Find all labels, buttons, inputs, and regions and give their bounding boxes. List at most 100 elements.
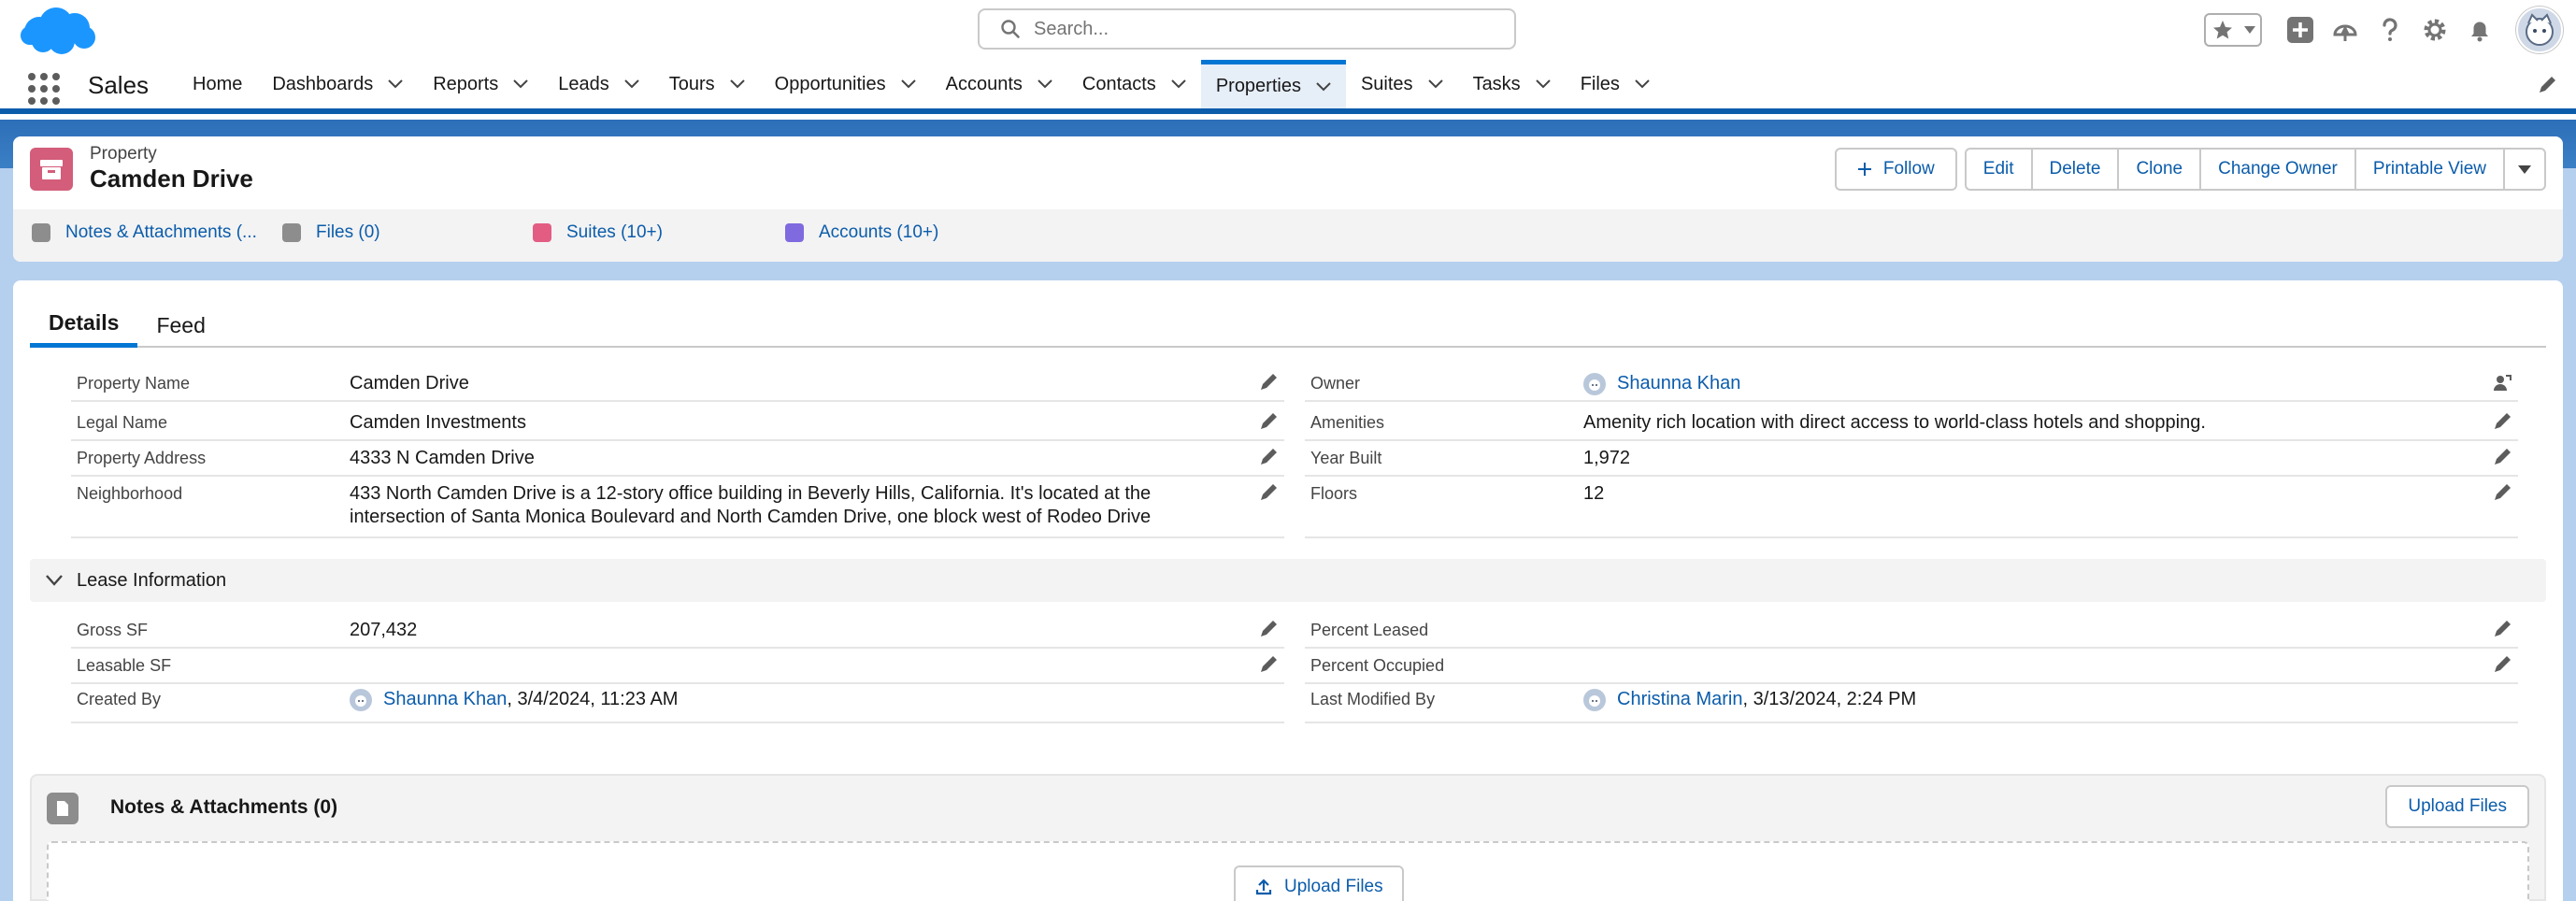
- nav-item-leads[interactable]: Leads: [543, 60, 654, 108]
- nav-item-reports[interactable]: Reports: [418, 60, 543, 108]
- edit-nav-pencil-icon[interactable]: [2537, 75, 2557, 95]
- change-owner-button[interactable]: Change Owner: [2199, 148, 2354, 191]
- field-value: 1,972: [1583, 448, 1631, 468]
- created-by-user-link[interactable]: Shaunna Khan: [383, 688, 507, 711]
- tab-details[interactable]: Details: [30, 303, 138, 348]
- chevron-down-icon[interactable]: [45, 574, 64, 587]
- chevron-down-icon[interactable]: [513, 79, 528, 89]
- pencil-icon[interactable]: [2492, 447, 2512, 467]
- quick-link-suites[interactable]: Suites (10+): [533, 222, 663, 243]
- chevron-down-icon[interactable]: [1038, 79, 1052, 89]
- nav-item-opportunities[interactable]: Opportunities: [760, 60, 931, 108]
- trailhead-icon[interactable]: [2331, 16, 2359, 44]
- nav-item-files[interactable]: Files: [1566, 60, 1665, 108]
- global-search-input[interactable]: Search...: [978, 8, 1516, 50]
- nav-item-tours[interactable]: Tours: [654, 60, 760, 108]
- tab-feed[interactable]: Feed: [137, 303, 223, 348]
- nav-item-properties[interactable]: Properties: [1200, 60, 1346, 108]
- chevron-down-icon[interactable]: [624, 79, 639, 89]
- pencil-icon[interactable]: [2492, 482, 2512, 503]
- nav-item-label: Suites: [1360, 73, 1413, 94]
- more-actions-button[interactable]: [2503, 148, 2546, 191]
- quick-link-accounts[interactable]: Accounts (10+): [785, 222, 938, 243]
- edit-button[interactable]: Edit: [1964, 148, 2031, 191]
- chevron-down-icon[interactable]: [388, 79, 403, 89]
- field-label: Gross SF: [77, 621, 149, 639]
- created-date: , 3/4/2024, 11:23 AM: [507, 689, 679, 709]
- favorites-button[interactable]: [2204, 13, 2262, 47]
- nav-item-label: Tours: [668, 73, 715, 94]
- last-modified-date: , 3/13/2024, 2:24 PM: [1742, 689, 1917, 709]
- pencil-icon[interactable]: [2492, 411, 2512, 432]
- delete-button[interactable]: Delete: [2030, 148, 2118, 191]
- suites-icon: [533, 223, 551, 242]
- notes-attachments-related-list: Notes & Attachments (0) Upload Files Upl…: [30, 774, 2546, 901]
- record-type-label: Property: [90, 144, 157, 164]
- pencil-icon[interactable]: [1258, 654, 1279, 675]
- nav-item-suites[interactable]: Suites: [1346, 60, 1458, 108]
- chevron-down-icon[interactable]: [2243, 26, 2255, 34]
- chevron-down-icon[interactable]: [1427, 79, 1443, 89]
- help-icon[interactable]: [2376, 16, 2404, 44]
- nav-item-label: Accounts: [945, 73, 1023, 94]
- field-amenities: Amenities Amenity rich location with dir…: [1305, 406, 2518, 441]
- nav-tabs: Home Dashboards Reports Leads Tours Oppo…: [178, 60, 1665, 108]
- nav-item-tasks[interactable]: Tasks: [1458, 60, 1566, 108]
- owner-link[interactable]: Shaunna Khan: [1617, 372, 1740, 395]
- global-actions-plus-icon[interactable]: [2286, 16, 2314, 44]
- follow-button[interactable]: Follow: [1834, 148, 1957, 191]
- dropzone-upload-files-button[interactable]: Upload Files: [1234, 865, 1404, 901]
- field-neighborhood: Neighborhood 433 North Camden Drive is a…: [71, 477, 1284, 538]
- nav-item-label: Dashboards: [272, 73, 374, 94]
- quick-link-label: Files (0): [316, 222, 380, 242]
- app-name: Sales: [88, 71, 150, 99]
- lease-information-section-header[interactable]: Lease Information: [30, 559, 2546, 602]
- field-value: Shaunna Khan: [1583, 372, 1740, 395]
- pencil-icon[interactable]: [1258, 447, 1279, 467]
- quick-link-files[interactable]: Files (0): [282, 222, 380, 243]
- pencil-icon[interactable]: [1258, 372, 1279, 393]
- field-year-built: Year Built 1,972: [1305, 441, 2518, 477]
- nav-item-home[interactable]: Home: [178, 60, 257, 108]
- field-gross-sf: Gross SF 207,432: [71, 613, 1284, 649]
- chevron-down-icon: [2518, 164, 2531, 174]
- chevron-down-icon[interactable]: [1635, 79, 1650, 89]
- nav-item-dashboards[interactable]: Dashboards: [257, 60, 418, 108]
- chevron-down-icon[interactable]: [1535, 79, 1551, 89]
- chevron-down-icon[interactable]: [1171, 79, 1186, 89]
- change-owner-icon[interactable]: [2492, 372, 2512, 393]
- related-list-title[interactable]: Notes & Attachments (0): [110, 796, 337, 819]
- pencil-icon[interactable]: [2492, 619, 2512, 639]
- salesforce-cloud-logo[interactable]: [15, 4, 99, 58]
- last-modified-by-user-link[interactable]: Christina Marin: [1617, 688, 1742, 711]
- record-detail-card: Details Feed Property Name Camden Drive …: [13, 280, 2563, 901]
- nav-item-accounts[interactable]: Accounts: [931, 60, 1067, 108]
- nav-item-contacts[interactable]: Contacts: [1067, 60, 1201, 108]
- pencil-icon[interactable]: [1258, 482, 1279, 503]
- field-value: 207,432: [350, 620, 418, 640]
- file-dropzone[interactable]: Upload Files: [47, 841, 2529, 901]
- favorites-star-icon[interactable]: [2211, 19, 2234, 41]
- upload-files-button[interactable]: Upload Files: [2385, 785, 2529, 828]
- pencil-icon[interactable]: [2492, 654, 2512, 675]
- field-leasable-sf: Leasable SF: [71, 649, 1284, 684]
- notifications-bell-icon[interactable]: [2466, 16, 2494, 44]
- setup-gear-icon[interactable]: [2421, 16, 2449, 44]
- chevron-down-icon[interactable]: [729, 79, 745, 89]
- user-avatar[interactable]: [2516, 7, 2563, 53]
- field-label: Year Built: [1310, 449, 1382, 467]
- accounts-icon: [785, 223, 804, 242]
- clone-button[interactable]: Clone: [2117, 148, 2200, 191]
- app-launcher-icon[interactable]: [28, 73, 60, 105]
- field-value: Shaunna Khan , 3/4/2024, 11:23 AM: [350, 688, 678, 711]
- field-legal-name: Legal Name Camden Investments: [71, 406, 1284, 441]
- quick-link-notes-attachments[interactable]: Notes & Attachments (...: [32, 222, 257, 243]
- chevron-down-icon[interactable]: [900, 79, 916, 89]
- notes-icon: [32, 223, 50, 242]
- printable-view-button[interactable]: Printable View: [2354, 148, 2503, 191]
- pencil-icon[interactable]: [1258, 411, 1279, 432]
- files-icon: [282, 223, 301, 242]
- field-label: Floors: [1310, 484, 1358, 503]
- chevron-down-icon[interactable]: [1316, 81, 1331, 92]
- pencil-icon[interactable]: [1258, 619, 1279, 639]
